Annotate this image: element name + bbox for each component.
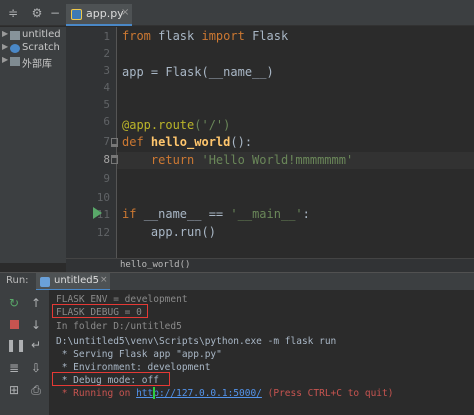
close-tab-icon[interactable]: × xyxy=(121,7,129,18)
run-panel-header: Run: untitled5 × xyxy=(0,272,474,291)
rerun-icon[interactable]: ↻ xyxy=(6,295,22,311)
run-gutter-icon[interactable] xyxy=(93,207,102,219)
fold-marker-icon[interactable] xyxy=(111,155,118,164)
code-line-11: if __name__ == '__main__': xyxy=(122,207,310,221)
line-number: 12 xyxy=(96,226,110,239)
tree-item-label: 外部库 xyxy=(22,59,52,70)
code-line-6: @app.route('/') xyxy=(122,118,231,132)
scroll-to-end-icon[interactable]: ⇩ xyxy=(28,360,44,376)
tab-app-py[interactable]: app.py × xyxy=(66,4,132,26)
expand-arrow-icon[interactable]: ▶ xyxy=(2,42,8,51)
run-panel-title: Run: xyxy=(6,275,29,286)
console-line: * Serving Flask app "app.py" xyxy=(56,349,222,360)
code-line-8: return 'Hello World!mmmmmmm' xyxy=(122,153,354,167)
breadcrumb: hello_world() xyxy=(66,258,474,272)
soft-wrap-icon[interactable]: ↵ xyxy=(28,337,44,353)
line-number: 6 xyxy=(103,115,110,128)
highlight-box xyxy=(52,304,148,318)
close-tab-icon[interactable]: × xyxy=(100,275,108,285)
code-line-7: def hello_world(): xyxy=(122,135,253,149)
scroll-down-icon[interactable]: ↓ xyxy=(28,317,44,333)
console-line: D:\untitled5\venv\Scripts\python.exe -m … xyxy=(56,336,337,347)
line-number: 5 xyxy=(103,98,110,111)
tree-item-label: untitled xyxy=(22,29,61,40)
code-line-12: app.run() xyxy=(122,225,216,239)
tree-item-external-libraries[interactable]: ▶ 外部库 xyxy=(0,55,66,70)
print-icon[interactable]: ⎙ xyxy=(28,382,44,398)
line-number: 2 xyxy=(103,47,110,60)
folder-icon xyxy=(10,31,20,40)
dump-threads-icon[interactable]: ≣ xyxy=(6,360,22,376)
line-number: 8 xyxy=(103,153,110,166)
code-line-3: app = Flask(__name__) xyxy=(122,65,274,79)
line-number-gutter: 1 2 3 4 5 6 7 8 9 10 11 12 xyxy=(66,27,117,263)
console-line: In folder D:/untitled5 xyxy=(56,321,182,332)
scroll-up-icon[interactable]: ↑ xyxy=(28,295,44,311)
top-toolbar: ≑ ⚙ − app.py × xyxy=(0,0,474,26)
run-console[interactable]: FLASK_ENV = development FLASK_DEBUG = 0 … xyxy=(50,290,474,415)
run-tab-label: untitled5 xyxy=(54,275,99,286)
tree-item-label: Scratch xyxy=(22,42,60,53)
line-number: 7 xyxy=(103,135,110,148)
run-tab-untitled5[interactable]: untitled5 × xyxy=(36,273,110,291)
run-toolbar: ↻ ↑ ↓ ❚❚ ↵ ≣ ⇩ ⊞ ⎙ xyxy=(0,290,50,415)
breadcrumb-function[interactable]: hello_world() xyxy=(120,260,190,270)
scratch-icon xyxy=(10,44,20,53)
pause-icon[interactable]: ❚❚ xyxy=(6,337,26,353)
code-line-1: from flask import Flask xyxy=(122,29,289,43)
hide-panel-icon[interactable]: − xyxy=(48,6,62,20)
line-number: 3 xyxy=(103,64,110,77)
library-icon xyxy=(10,57,20,66)
tree-item-scratch[interactable]: ▶ Scratch xyxy=(0,42,66,56)
code-editor[interactable]: 1 2 3 4 5 6 7 8 9 10 11 12 from flask im… xyxy=(66,27,474,263)
line-number: 10 xyxy=(96,191,110,204)
stop-icon[interactable] xyxy=(6,317,22,333)
expand-arrow-icon[interactable]: ▶ xyxy=(2,29,8,38)
expand-arrow-icon[interactable]: ▶ xyxy=(2,55,8,64)
fold-marker-icon[interactable] xyxy=(111,138,118,147)
line-number: 9 xyxy=(103,172,110,185)
collapse-all-icon[interactable]: ≑ xyxy=(6,6,20,20)
text-caret xyxy=(153,387,155,399)
settings-gear-icon[interactable]: ⚙ xyxy=(30,6,44,20)
line-number: 1 xyxy=(103,30,110,43)
python-file-icon xyxy=(71,9,82,20)
run-config-icon xyxy=(40,277,50,287)
line-number: 4 xyxy=(103,81,110,94)
highlight-box xyxy=(52,372,170,386)
tab-label: app.py xyxy=(86,7,124,20)
project-tree: ▶ untitled ▶ Scratch ▶ 外部库 xyxy=(0,27,66,263)
tree-item-untitled[interactable]: ▶ untitled xyxy=(0,29,66,43)
layout-icon[interactable]: ⊞ xyxy=(6,382,22,398)
line-number: 11 xyxy=(96,208,110,221)
console-running-line: * Running on http://127.0.0.1:5000/ (Pre… xyxy=(56,388,394,399)
